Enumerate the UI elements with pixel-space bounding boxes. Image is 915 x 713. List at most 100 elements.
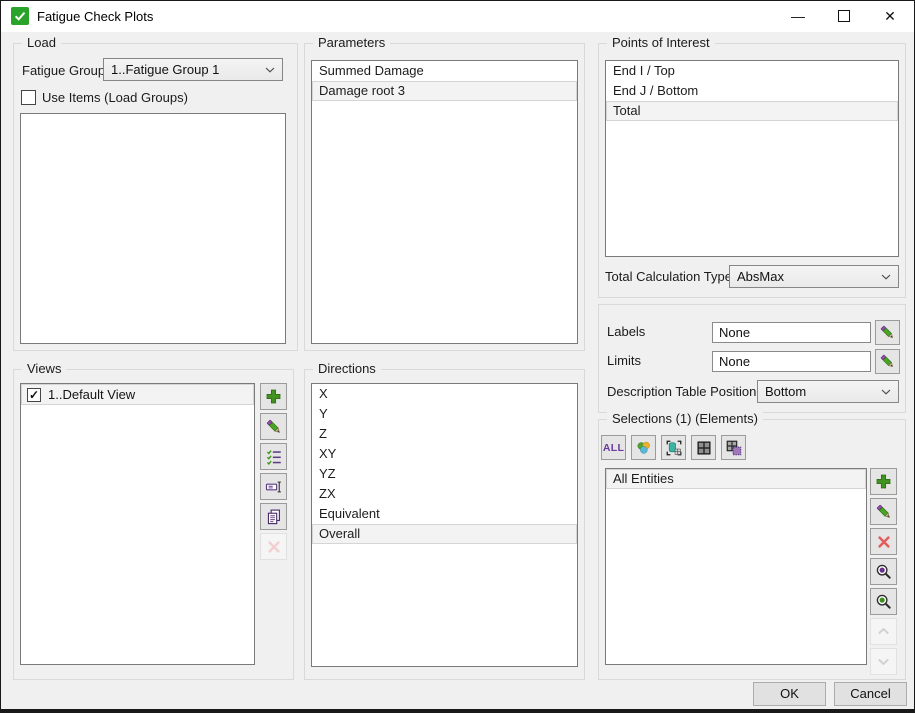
list-item[interactable]: Z	[312, 424, 577, 444]
move-down-button	[870, 648, 897, 675]
magnifier-purple-button[interactable]	[870, 558, 897, 585]
maximize-button[interactable]	[821, 1, 867, 32]
list-item[interactable]: YZ	[312, 464, 577, 484]
delete-view-button	[260, 533, 287, 560]
minimize-button[interactable]: —	[775, 1, 821, 32]
selections-group-label: Selections (1) (Elements)	[607, 411, 763, 427]
titlebar: Fatigue Check Plots — ✕	[1, 1, 914, 32]
load-items-list[interactable]	[20, 113, 286, 344]
list-item[interactable]: End J / Bottom	[606, 81, 898, 101]
add-view-button[interactable]	[260, 383, 287, 410]
add-selection-button[interactable]	[870, 468, 897, 495]
select-all-button[interactable]: ALL	[601, 435, 626, 460]
points-of-interest-list[interactable]: End I / Top End J / Bottom Total	[605, 60, 899, 257]
description-table-position-label: Description Table Position	[607, 381, 756, 402]
use-items-label: Use Items (Load Groups)	[42, 87, 188, 108]
select-grid-button[interactable]	[691, 435, 716, 460]
add-icon	[264, 387, 283, 406]
chevron-up-icon	[874, 622, 893, 641]
magnifier-icon	[874, 592, 893, 611]
delete-selection-button[interactable]	[870, 528, 897, 555]
list-item[interactable]: Y	[312, 404, 577, 424]
list-item[interactable]: Overall	[312, 524, 577, 544]
all-label: ALL	[603, 442, 624, 454]
directions-group: Directions X Y Z XY YZ ZX Equivalent Ove…	[304, 369, 585, 680]
list-item[interactable]: All Entities	[606, 469, 866, 489]
list-item[interactable]: End I / Top	[606, 61, 898, 81]
fatigue-group-select[interactable]: 1..Fatigue Group 1	[103, 58, 283, 81]
marquee-element-icon	[665, 439, 683, 457]
fatigue-group-label: Fatigue Group	[22, 60, 105, 81]
edit-view-button[interactable]	[260, 413, 287, 440]
parameters-group-label: Parameters	[313, 35, 390, 51]
move-up-button	[870, 618, 897, 645]
grid-partial-icon	[725, 439, 743, 457]
ok-button[interactable]: OK	[753, 682, 826, 706]
edit-limits-button[interactable]	[875, 349, 900, 374]
cancel-button[interactable]: Cancel	[834, 682, 907, 706]
load-group-label: Load	[22, 35, 61, 51]
views-list[interactable]: ✓ 1..Default View	[20, 383, 255, 665]
maximize-icon	[838, 10, 850, 22]
list-item[interactable]: Equivalent	[312, 504, 577, 524]
limits-field[interactable]: None	[712, 351, 871, 372]
delete-x-icon	[875, 533, 893, 551]
pencil-icon	[875, 503, 893, 521]
edit-selection-button[interactable]	[870, 498, 897, 525]
use-items-checkbox[interactable]	[21, 90, 36, 105]
points-of-interest-group-label: Points of Interest	[607, 35, 715, 51]
list-item[interactable]: Damage root 3	[312, 81, 577, 101]
directions-list[interactable]: X Y Z XY YZ ZX Equivalent Overall	[311, 383, 578, 667]
view-checkbox[interactable]: ✓	[27, 388, 41, 402]
chevron-down-icon	[265, 67, 275, 73]
list-item[interactable]: ZX	[312, 484, 577, 504]
list-item[interactable]: Summed Damage	[312, 61, 577, 81]
view-label: 1..Default View	[48, 387, 135, 402]
fatigue-group-value: 1..Fatigue Group 1	[111, 59, 219, 80]
display-options-group: Labels None Limits None Description Tabl…	[598, 304, 906, 413]
edit-view-list-button[interactable]	[260, 443, 287, 470]
load-group: Load Fatigue Group 1..Fatigue Group 1 Us…	[13, 43, 298, 351]
description-table-position-select[interactable]: Bottom	[757, 380, 899, 403]
pencil-icon	[265, 418, 283, 436]
description-table-position-value: Bottom	[765, 381, 806, 402]
copy-view-button[interactable]	[260, 503, 287, 530]
select-grid-region-button[interactable]	[721, 435, 746, 460]
list-item[interactable]: ✓ 1..Default View	[21, 384, 254, 405]
selections-list[interactable]: All Entities	[605, 468, 867, 665]
total-calculation-type-value: AbsMax	[737, 266, 784, 287]
labels-field[interactable]: None	[712, 322, 871, 343]
directions-group-label: Directions	[313, 361, 381, 377]
close-button[interactable]: ✕	[867, 1, 913, 32]
parameters-group: Parameters Summed Damage Damage root 3	[304, 43, 585, 351]
pencil-icon	[879, 324, 896, 341]
magnifier-green-button[interactable]	[870, 588, 897, 615]
rename-view-button[interactable]	[260, 473, 287, 500]
delete-x-icon	[265, 538, 283, 556]
grid-icon	[695, 439, 713, 457]
total-calculation-type-select[interactable]: AbsMax	[729, 265, 899, 288]
fatigue-check-plots-dialog: Fatigue Check Plots — ✕ Load Fatigue Gro…	[0, 0, 915, 713]
edit-labels-button[interactable]	[875, 320, 900, 345]
pencil-icon	[879, 353, 896, 370]
select-by-group-button[interactable]	[631, 435, 656, 460]
views-group: Views ✓ 1..Default View	[13, 369, 294, 680]
magnifier-icon	[874, 562, 893, 581]
window-title: Fatigue Check Plots	[37, 1, 153, 32]
limits-label: Limits	[607, 350, 641, 371]
parameters-list[interactable]: Summed Damage Damage root 3	[311, 60, 578, 344]
selections-group: Selections (1) (Elements) ALL All Entiti…	[598, 419, 906, 680]
rename-icon	[265, 478, 283, 496]
labels-label: Labels	[607, 321, 645, 342]
list-item[interactable]: XY	[312, 444, 577, 464]
copy-icon	[265, 508, 283, 526]
add-icon	[874, 472, 893, 491]
chevron-down-icon	[881, 389, 891, 395]
chevron-down-icon	[874, 652, 893, 671]
views-group-label: Views	[22, 361, 66, 377]
pick-elements-button[interactable]	[661, 435, 686, 460]
list-item[interactable]: Total	[606, 101, 898, 121]
chevron-down-icon	[881, 274, 891, 280]
total-calculation-type-label: Total Calculation Type	[605, 266, 732, 287]
list-item[interactable]: X	[312, 384, 577, 404]
